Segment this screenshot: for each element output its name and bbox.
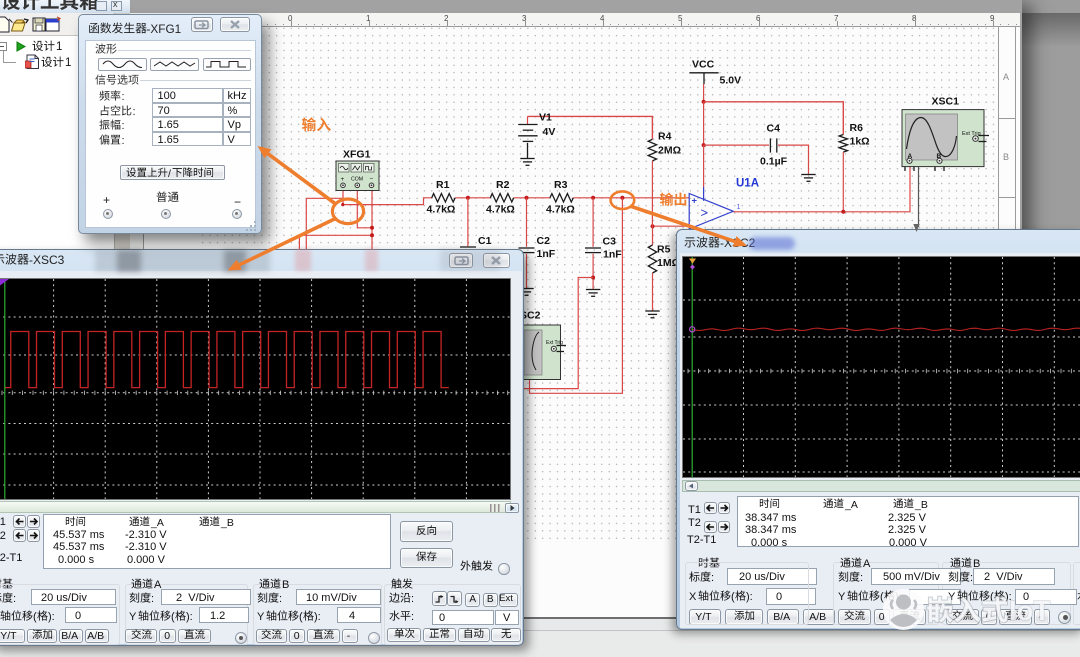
svg-text:IoT: IoT [1009, 595, 1050, 626]
